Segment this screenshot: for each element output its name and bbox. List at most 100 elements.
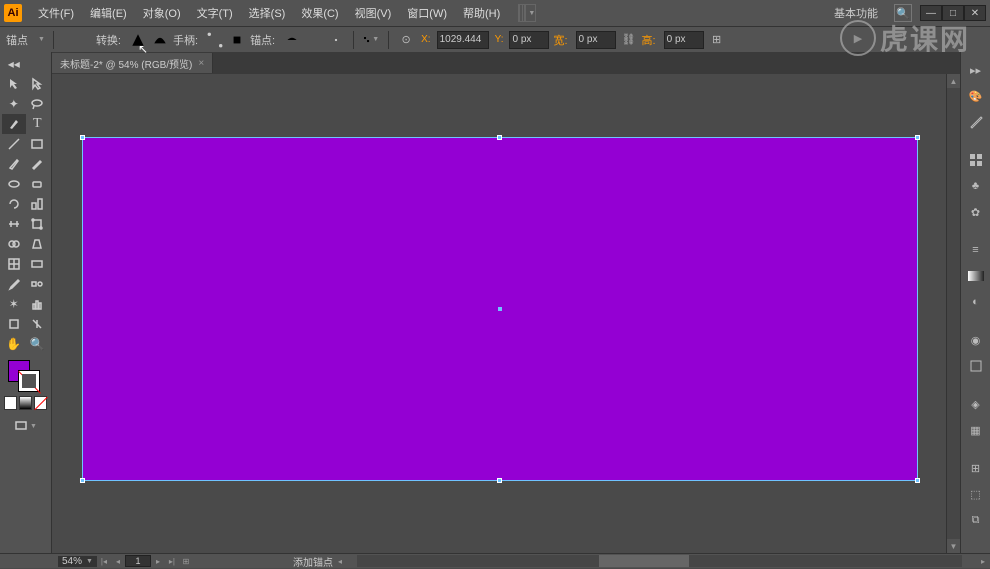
minimize-button[interactable]: — [920,5,942,21]
screen-mode[interactable]: ▼ [2,416,49,436]
link-wh-button[interactable]: ⛓ [620,31,638,49]
prev-page-icon[interactable]: ◂ [111,555,125,567]
none-mode[interactable] [34,396,47,410]
perspective-tool[interactable] [26,234,50,254]
fill-stroke-swatches[interactable] [2,354,49,394]
page-input[interactable] [125,555,151,567]
scale-tool[interactable] [26,194,50,214]
pencil-tool[interactable] [26,154,50,174]
align-button[interactable]: ▼ [362,31,380,49]
convert-corner-button[interactable] [129,31,147,49]
rotate-tool[interactable] [2,194,26,214]
eyedropper-tool[interactable] [2,274,26,294]
hscroll-left-icon[interactable]: ◂ [333,555,347,567]
gradient-mode[interactable] [19,396,32,410]
workspace-switcher[interactable]: 基本功能 [826,5,886,21]
next-page-icon[interactable]: ▸ [151,555,165,567]
close-button[interactable]: ✕ [964,5,986,21]
transform-panel-icon[interactable]: ⬚ [964,482,988,506]
graph-tool[interactable] [26,294,50,314]
canvas[interactable] [52,74,946,553]
menu-file[interactable]: 文件(F) [30,5,82,21]
pathfinder-panel-icon[interactable]: ⧉ [964,508,988,532]
menu-type[interactable]: 文字(T) [189,5,241,21]
color-mode[interactable] [4,396,17,410]
mesh-tool[interactable] [2,254,26,274]
tab-close-icon[interactable]: × [198,58,204,69]
menu-help[interactable]: 帮助(H) [455,5,508,21]
symbols-panel-icon[interactable]: ✿ [964,200,988,224]
document-tab[interactable]: 未标题-2* @ 54% (RGB/预览) × [52,53,213,73]
remove-anchor-button[interactable] [283,31,301,49]
hscroll-right-icon[interactable]: ▸ [976,555,990,567]
appearance-panel-icon[interactable]: ◉ [964,328,988,352]
menu-edit[interactable]: 编辑(E) [82,5,135,21]
brushes-panel-icon[interactable]: ♣ [964,174,988,198]
width-tool[interactable] [2,214,26,234]
line-tool[interactable] [2,134,26,154]
graphic-styles-panel-icon[interactable] [964,354,988,378]
collapse-icon[interactable]: ◂◂ [2,54,26,74]
gradient-panel-icon[interactable] [964,264,988,288]
first-page-icon[interactable]: |◂ [97,555,111,567]
last-page-icon[interactable]: ▸| [165,555,179,567]
y-value-input[interactable] [509,31,549,49]
layers-panel-icon[interactable]: ◈ [964,392,988,416]
isolate-button[interactable]: ⊙ [397,31,415,49]
scroll-down-icon[interactable]: ▼ [947,539,960,553]
x-value-input[interactable] [437,31,489,49]
app-icon: Ai [4,4,22,22]
color-panel-icon[interactable]: 🎨 [964,84,988,108]
horizontal-scrollbar[interactable] [357,555,962,567]
menu-effect[interactable]: 效果(C) [293,5,346,21]
width-input[interactable] [576,31,616,49]
paintbrush-tool[interactable] [2,154,26,174]
menu-select[interactable]: 选择(S) [241,5,294,21]
zoom-tool[interactable]: 🔍 [26,334,50,354]
expand-panels-icon[interactable]: ▸▸ [964,58,988,82]
symbol-sprayer-tool[interactable]: ✶ [2,294,26,314]
connect-anchor-button[interactable] [305,31,323,49]
swatches-panel-icon[interactable] [964,148,988,172]
maximize-button[interactable]: □ [942,5,964,21]
pen-tool[interactable] [2,114,26,134]
height-input[interactable] [664,31,704,49]
type-tool[interactable]: T [26,114,50,134]
scroll-up-icon[interactable]: ▲ [947,74,960,88]
search-icon[interactable]: 🔍 [894,4,912,22]
align-panel-icon[interactable]: ⊞ [964,456,988,480]
artboard-nav-icon[interactable]: ⊞ [179,555,193,567]
handle-label: 手柄: [173,32,198,48]
eraser-tool[interactable] [26,174,50,194]
layout-dropdown[interactable]: ▼ [518,4,536,22]
handle-show-button[interactable] [206,31,224,49]
convert-smooth-button[interactable] [151,31,169,49]
pixel-snap-button[interactable]: ⊞ [708,31,726,49]
zoom-selector[interactable]: 54%▼ [58,556,97,567]
lasso-tool[interactable] [26,94,50,114]
cut-anchor-button[interactable] [327,31,345,49]
menu-object[interactable]: 对象(O) [135,5,189,21]
rectangle-tool[interactable] [26,134,50,154]
kuler-panel-icon[interactable] [964,110,988,134]
hand-tool[interactable]: ✋ [2,334,26,354]
menu-window[interactable]: 窗口(W) [399,5,455,21]
transparency-panel-icon[interactable]: ◐ [964,290,988,314]
handle-hide-button[interactable] [228,31,246,49]
blend-tool[interactable] [26,274,50,294]
magic-wand-tool[interactable]: ✦ [2,94,26,114]
vertical-scrollbar[interactable]: ▲ ▼ [946,74,960,553]
stroke-panel-icon[interactable]: ≡ [964,238,988,262]
selected-rectangle[interactable] [82,137,918,481]
stroke-swatch[interactable] [18,370,40,392]
gradient-tool[interactable] [26,254,50,274]
blob-brush-tool[interactable] [2,174,26,194]
selection-tool[interactable] [2,74,26,94]
direct-selection-tool[interactable] [26,74,50,94]
menu-view[interactable]: 视图(V) [347,5,400,21]
free-transform-tool[interactable] [26,214,50,234]
artboard-tool[interactable] [2,314,26,334]
slice-tool[interactable] [26,314,50,334]
artboards-panel-icon[interactable]: ▦ [964,418,988,442]
shape-builder-tool[interactable] [2,234,26,254]
